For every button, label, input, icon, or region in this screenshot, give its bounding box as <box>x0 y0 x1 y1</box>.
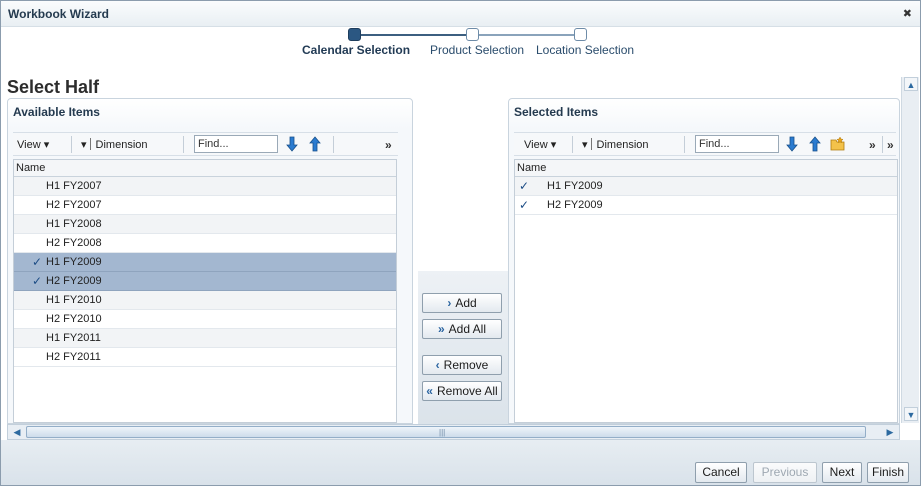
step-label-product[interactable]: Product Selection <box>430 43 524 57</box>
selected-toolbar: View ▾ ▾ Dimension Find... » » <box>514 132 896 156</box>
move-down-icon[interactable] <box>784 136 800 152</box>
horizontal-scrollbar[interactable]: ◀ ||| ▶ <box>7 424 900 440</box>
check-icon: ✓ <box>519 198 530 212</box>
check-icon: ✓ <box>519 179 530 193</box>
add-button[interactable]: › Add <box>422 293 502 313</box>
check-icon: ✓ <box>32 274 43 288</box>
step-marker-location[interactable] <box>574 28 587 41</box>
close-icon[interactable]: ✖ <box>903 7 912 20</box>
remove-button[interactable]: ‹ Remove <box>422 355 502 375</box>
table-row[interactable]: ✓ H1 FY2009 <box>14 253 396 272</box>
selected-rows: ✓ H1 FY2009 ✓ H2 FY2009 <box>515 177 897 215</box>
dialog-title: Workbook Wizard <box>8 7 110 21</box>
titlebar: Workbook Wizard ✖ <box>1 1 920 27</box>
table-row[interactable]: ✓ H1 FY2009 <box>515 177 897 196</box>
wizard-train: Calendar Selection Product Selection Loc… <box>1 27 920 67</box>
add-all-button[interactable]: » Add All <box>422 319 502 339</box>
selected-items-panel: Selected Items View ▾ ▾ Dimension Find...… <box>508 98 900 424</box>
toolbar-overflow-icon[interactable]: » <box>887 138 894 152</box>
find-input[interactable]: Find... <box>194 135 278 153</box>
toolbar-overflow-icon[interactable]: » <box>385 138 392 152</box>
step-label-calendar[interactable]: Calendar Selection <box>302 43 410 57</box>
toolbar-separator <box>572 136 573 153</box>
dimension-menu[interactable]: ▾ Dimension <box>582 138 649 151</box>
table-row[interactable]: H1 FY2010 <box>14 291 396 310</box>
move-up-icon[interactable] <box>807 136 823 152</box>
table-row[interactable]: ✓ H2 FY2009 <box>515 196 897 215</box>
finish-button[interactable]: Finish <box>867 462 909 483</box>
table-row[interactable]: H2 FY2007 <box>14 196 396 215</box>
folder-icon[interactable] <box>830 136 846 152</box>
table-row[interactable]: H1 FY2007 <box>14 177 396 196</box>
selected-items-table: Name ✓ H1 FY2009 ✓ H2 FY2009 <box>514 159 898 423</box>
train-connector <box>473 34 581 36</box>
move-down-icon[interactable] <box>284 136 300 152</box>
toolbar-separator <box>183 136 184 153</box>
scroll-down-icon[interactable]: ▼ <box>904 407 918 421</box>
table-row[interactable]: H1 FY2011 <box>14 329 396 348</box>
dimension-menu[interactable]: ▾ Dimension <box>81 138 148 151</box>
table-row[interactable]: H2 FY2008 <box>14 234 396 253</box>
remove-all-button[interactable]: «Remove All <box>422 381 502 401</box>
train-connector <box>361 34 473 36</box>
available-rows: H1 FY2007 H2 FY2007 H1 FY2008 H2 FY2008 … <box>14 177 396 367</box>
toolbar-separator <box>333 136 334 153</box>
toolbar-separator <box>71 136 72 153</box>
check-icon: ✓ <box>32 255 43 269</box>
panel-header: Available Items <box>13 105 100 119</box>
step-label-location[interactable]: Location Selection <box>536 43 634 57</box>
view-menu[interactable]: View ▾ <box>17 138 49 151</box>
scroll-right-icon[interactable]: ▶ <box>882 425 898 439</box>
step-marker-calendar[interactable] <box>348 28 361 41</box>
vertical-scrollbar[interactable]: ▲ ▼ <box>901 77 919 423</box>
toolbar-overflow-icon[interactable]: » <box>869 138 876 152</box>
move-up-icon[interactable] <box>307 136 323 152</box>
table-row[interactable]: H2 FY2010 <box>14 310 396 329</box>
find-input[interactable]: Find... <box>695 135 779 153</box>
panel-header: Selected Items <box>514 105 599 119</box>
toolbar-separator <box>684 136 685 153</box>
cancel-button[interactable]: Cancel <box>695 462 747 483</box>
available-toolbar: View ▾ ▾ Dimension Find... » <box>13 132 398 156</box>
scroll-left-icon[interactable]: ◀ <box>9 425 25 439</box>
step-marker-product[interactable] <box>466 28 479 41</box>
table-row[interactable]: ✓ H2 FY2009 <box>14 272 396 291</box>
column-header-name[interactable]: Name <box>14 160 396 177</box>
column-header-name[interactable]: Name <box>515 160 897 177</box>
table-row[interactable]: H1 FY2008 <box>14 215 396 234</box>
dialog-footer: Cancel Previous Next Finish <box>1 440 920 485</box>
available-items-panel: Available Items View ▾ ▾ Dimension Find..… <box>7 98 413 424</box>
toolbar-separator <box>882 136 883 153</box>
previous-button[interactable]: Previous <box>753 462 817 483</box>
scroll-up-icon[interactable]: ▲ <box>904 77 918 91</box>
grip-icon: ||| <box>439 428 446 437</box>
workbook-wizard-dialog: Workbook Wizard ✖ Calendar Selection Pro… <box>0 0 921 486</box>
table-row[interactable]: H2 FY2011 <box>14 348 396 367</box>
view-menu[interactable]: View ▾ <box>524 138 556 151</box>
next-button[interactable]: Next <box>822 462 862 483</box>
available-items-table: Name H1 FY2007 H2 FY2007 H1 FY2008 H2 FY… <box>13 159 397 423</box>
scrollbar-thumb[interactable]: ||| <box>26 426 866 438</box>
shuttle-controls: › Add » Add All ‹ Remove «Remove All <box>418 271 510 424</box>
page-title: Select Half <box>7 77 100 97</box>
